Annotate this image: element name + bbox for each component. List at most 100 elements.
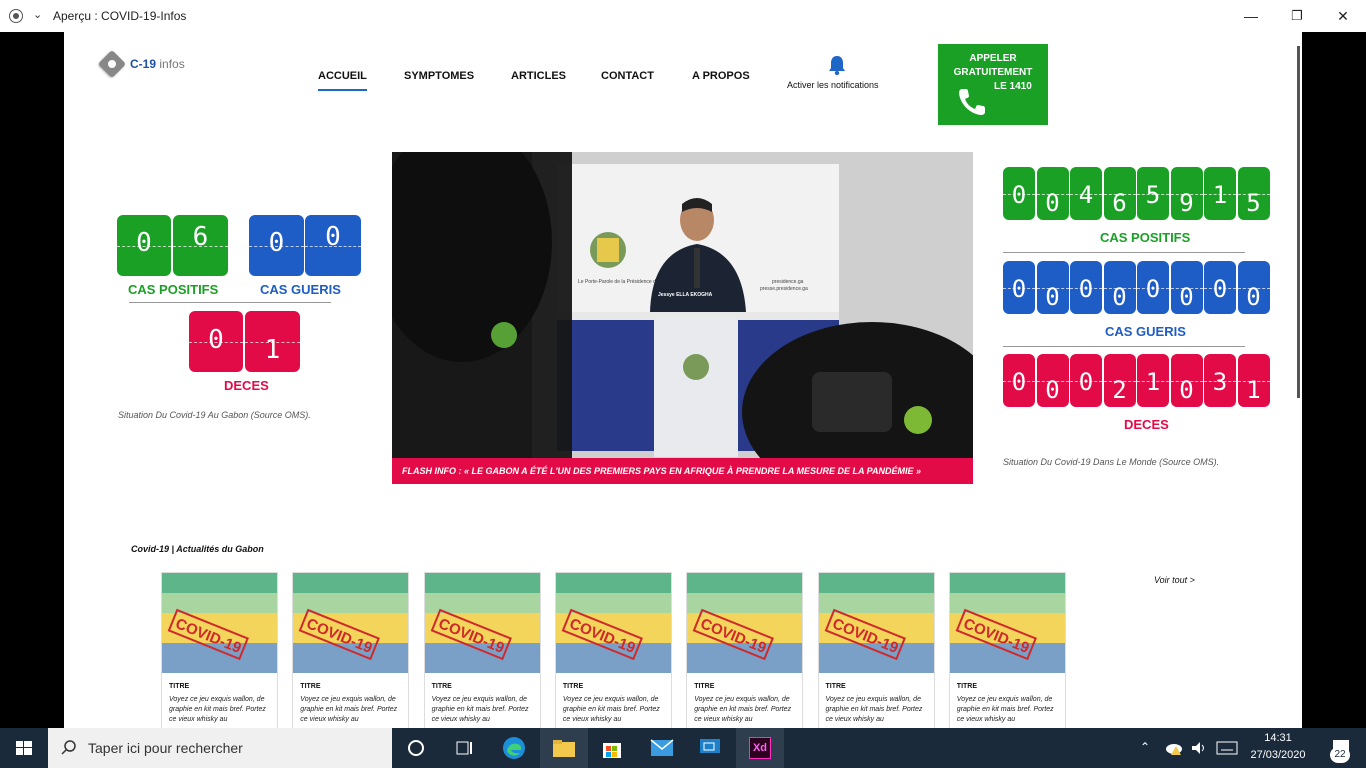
news-card-image: COVID-19	[293, 573, 409, 673]
gabon-deces-digit: 1	[245, 311, 300, 372]
news-card[interactable]: COVID-19 TITRE Voyez ce jeu exquis wallon,…	[686, 572, 804, 728]
clock-time[interactable]: 14:31	[1248, 732, 1308, 744]
search-placeholder: Taper ici pour rechercher	[88, 740, 243, 756]
monde-deces-digit: 2	[1103, 354, 1136, 407]
nav-articles[interactable]: ARTICLES	[511, 70, 566, 82]
app-icon	[9, 9, 23, 23]
file-explorer-icon[interactable]	[540, 728, 588, 768]
gabon-gueris-label: CAS GUERIS	[260, 282, 341, 297]
logo-mark-icon	[97, 49, 127, 79]
monde-positifs-digit: 0	[1036, 167, 1069, 220]
divider	[1003, 252, 1245, 253]
call-line-3: LE 1410	[994, 81, 1032, 92]
close-button[interactable]: ✕	[1320, 0, 1366, 32]
page-scrollbar[interactable]	[1297, 46, 1300, 398]
news-card-text: Voyez ce jeu exquis wallon, de graphie e…	[956, 696, 1054, 723]
news-card-title: TITRE	[431, 683, 452, 690]
task-view-icon[interactable]	[440, 728, 488, 768]
call-line-1: APPELER	[969, 53, 1017, 64]
news-card-image: COVID-19	[555, 573, 671, 673]
news-card[interactable]: COVID-19 TITRE Voyez ce jeu exquis wallon,…	[423, 572, 541, 728]
minimize-button[interactable]: —	[1228, 0, 1274, 32]
monde-deces-digit: 0	[1036, 354, 1069, 407]
chevron-down-icon[interactable]: ⌄	[33, 8, 42, 21]
taskbar-search[interactable]: Taper ici pour rechercher	[48, 728, 392, 768]
gabon-gueris-digit: 0	[305, 215, 361, 276]
edge-browser-icon[interactable]	[490, 728, 538, 768]
gabon-deces-digit: 0	[189, 311, 243, 372]
notification-count-badge: 22	[1330, 747, 1350, 763]
keyboard-icon[interactable]	[1216, 741, 1238, 755]
call-line-2: GRATUITEMENT	[953, 67, 1033, 78]
windows-start-icon[interactable]	[0, 728, 48, 768]
flash-info-banner[interactable]: FLASH INFO : « LE GABON A ÉTÉ L'UN DES P…	[392, 458, 973, 484]
mail-icon[interactable]	[638, 728, 686, 768]
svg-text:presse.presidence.ga: presse.presidence.ga	[760, 286, 808, 292]
monde-deces-digit: 0	[1003, 354, 1035, 407]
news-card-image: COVID-19	[818, 573, 934, 673]
monde-positifs-digit: 5	[1137, 167, 1169, 220]
web-page: C-19 infos ACCUEIL SYMPTOMES ARTICLES CO…	[64, 32, 1302, 728]
news-card[interactable]: COVID-19 TITRE Voyez ce jeu exquis wallon,…	[948, 572, 1066, 728]
volume-icon[interactable]	[1190, 740, 1208, 756]
gabon-deces-label: DECES	[224, 378, 269, 393]
monde-gueris-digit: 0	[1137, 261, 1169, 314]
coat-of-arms-icon	[590, 232, 626, 268]
press-conference-photo: Le Porte-Parole de la Présidence de la R…	[392, 152, 973, 484]
chevron-up-icon[interactable]: ⌃	[1140, 740, 1150, 754]
monde-gueris-digit: 0	[1070, 261, 1102, 314]
call-button[interactable]: APPELER GRATUITEMENT LE 1410	[938, 44, 1048, 125]
maximize-button[interactable]: ❐	[1274, 0, 1320, 32]
gabon-positifs-digit: 6	[173, 215, 228, 276]
onedrive-warning-icon[interactable]	[1164, 740, 1184, 756]
news-card-image: COVID-19	[424, 573, 540, 673]
monde-positifs-digit: 6	[1103, 167, 1136, 220]
gabon-positifs-digit: 0	[117, 215, 171, 276]
news-card[interactable]: COVID-19 TITRE Voyez ce jeu exquis wallon,…	[161, 572, 278, 728]
hero-image[interactable]: Le Porte-Parole de la Présidence de la R…	[392, 152, 973, 484]
news-card-text: Voyez ce jeu exquis wallon, de graphie e…	[562, 696, 660, 723]
monde-gueris-digit: 0	[1003, 261, 1035, 314]
news-card-title: TITRE	[694, 683, 715, 690]
monde-deces-digit: 0	[1070, 354, 1102, 407]
monde-gueris-digit: 0	[1036, 261, 1069, 314]
window-titlebar: ⌄ Aperçu : COVID-19-Infos — ❐ ✕	[0, 0, 1366, 32]
monde-deces-digit: 1	[1237, 354, 1270, 407]
monde-positifs-digit: 1	[1204, 167, 1236, 220]
news-card-title: TITRE	[825, 683, 846, 690]
svg-text:Jessye ELLA EKOGHA: Jessye ELLA EKOGHA	[658, 292, 713, 298]
store-icon[interactable]	[588, 728, 636, 768]
news-card-image: COVID-19	[687, 573, 803, 673]
news-card-image: COVID-19	[162, 573, 277, 673]
monde-deces-digit: 0	[1170, 354, 1203, 407]
gabon-positifs-label: CAS POSITIFS	[128, 282, 219, 297]
nav-contact[interactable]: CONTACT	[601, 70, 654, 82]
news-card[interactable]: COVID-19 TITRE Voyez ce jeu exquis wallon,…	[554, 572, 672, 728]
news-card-text: Voyez ce jeu exquis wallon, de graphie e…	[169, 696, 266, 723]
adobe-xd-icon[interactable]: Xd	[736, 728, 784, 768]
see-all-link[interactable]: Voir tout >	[1154, 575, 1195, 585]
cortana-icon[interactable]	[392, 728, 440, 768]
nav-a-propos[interactable]: A PROPOS	[692, 70, 750, 82]
nav-accueil[interactable]: ACCUEIL	[318, 70, 367, 91]
divider	[129, 302, 331, 303]
monde-positifs-digit: 0	[1003, 167, 1035, 220]
news-card-text: Voyez ce jeu exquis wallon, de graphie e…	[300, 696, 398, 723]
news-card[interactable]: COVID-19 TITRE Voyez ce jeu exquis wallon,…	[292, 572, 410, 728]
monde-gueris-label: CAS GUERIS	[1105, 324, 1186, 339]
site-logo[interactable]: C-19 infos	[97, 49, 185, 79]
remote-desktop-icon[interactable]	[686, 728, 734, 768]
notifications-label[interactable]: Activer les notifications	[787, 80, 879, 90]
clock-date[interactable]: 27/03/2020	[1248, 749, 1308, 761]
divider	[1003, 346, 1245, 347]
monde-gueris-digit: 0	[1170, 261, 1203, 314]
monde-caption: Situation Du Covid-19 Dans Le Monde (Sou…	[1003, 457, 1220, 467]
bell-icon[interactable]	[827, 54, 847, 76]
news-card[interactable]: COVID-19 TITRE Voyez ce jeu exquis wallon,…	[817, 572, 935, 728]
nav-symptomes[interactable]: SYMPTOMES	[404, 70, 474, 82]
monde-gueris-digit: 0	[1237, 261, 1270, 314]
news-card-title: TITRE	[562, 683, 584, 690]
monde-positifs-digit: 9	[1170, 167, 1203, 220]
svg-text:presidence.ga: presidence.ga	[772, 279, 804, 285]
monde-deces-digit: 1	[1137, 354, 1169, 407]
